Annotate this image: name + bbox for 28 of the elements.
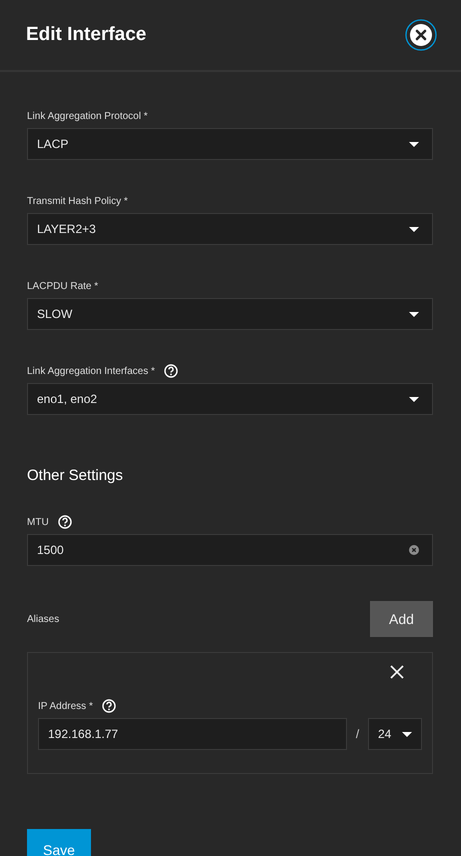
help-icon[interactable] (164, 364, 178, 378)
close-icon[interactable] (405, 19, 437, 51)
section-label: Aliases (27, 614, 60, 624)
field-label: Link Aggregation Interfaces * (27, 366, 155, 376)
caret-icon (409, 396, 419, 402)
field-label: IP Address * (38, 700, 93, 712)
input-field[interactable]: 192.168.1.77 (38, 718, 347, 750)
caret-icon (409, 226, 419, 232)
window-title: Edit Interface (26, 24, 146, 46)
help-icon[interactable] (58, 515, 72, 529)
input-field[interactable]: 1500 (27, 534, 433, 566)
select-field[interactable]: LAYER2+3 (27, 213, 433, 245)
select-field[interactable]: SLOW (27, 298, 433, 330)
field-label: LACPDU Rate * (27, 280, 98, 292)
caret-icon (409, 312, 419, 316)
help-icon[interactable] (102, 699, 116, 713)
select-field[interactable]: 24 (368, 718, 422, 750)
select-field[interactable]: LACP (27, 128, 433, 160)
separator: / (354, 727, 360, 741)
field-label: MTU (27, 516, 49, 528)
select-field[interactable]: eno1, eno2 (27, 383, 433, 415)
field-label: Transmit Hash Policy * (27, 196, 128, 206)
clear-icon[interactable] (409, 545, 419, 555)
caret-icon (402, 732, 412, 736)
add-button[interactable]: Add (370, 601, 433, 637)
caret-icon (409, 142, 419, 146)
field-label: Link Aggregation Protocol * (27, 110, 148, 122)
section-heading: Other Settings (27, 467, 124, 484)
